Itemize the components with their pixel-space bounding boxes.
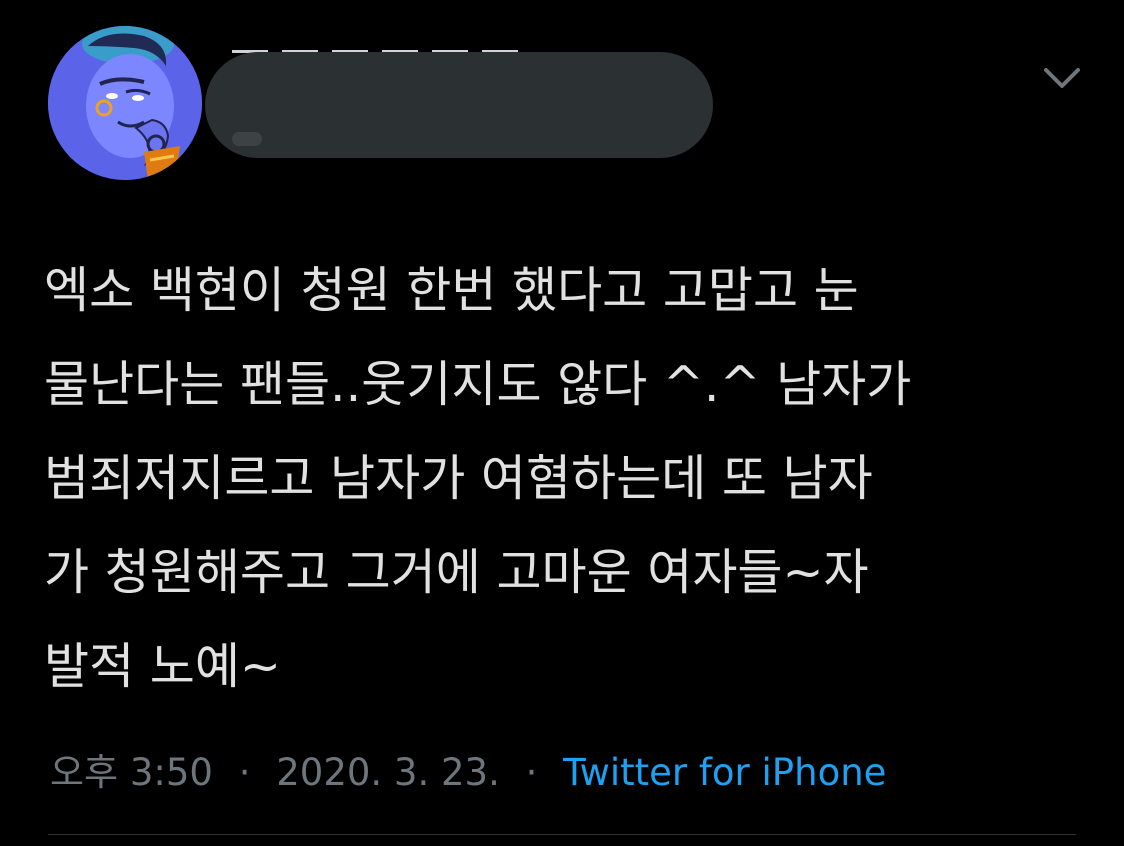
- tweet-source-link[interactable]: Twitter for iPhone: [563, 751, 886, 794]
- author-name-redaction[interactable]: [205, 52, 713, 158]
- author-handle-fragment: [232, 132, 262, 146]
- tweet-text-line: 발적 노예~: [44, 638, 281, 695]
- tweet-text-line: 엑소 백현이 청원 한번 했다고 고맙고 눈: [44, 262, 859, 319]
- tweet-text-line: 가 청원해주고 그거에 고마운 여자들~자: [44, 544, 869, 601]
- tweet-text-line: 범죄저지르고 남자가 여혐하는데 또 남자: [44, 450, 873, 507]
- avatar[interactable]: [48, 26, 202, 180]
- more-options-button[interactable]: [1040, 56, 1084, 100]
- chevron-down-icon: [1044, 68, 1080, 88]
- tweet: 엑소 백현이 청원 한번 했다고 고맙고 눈 물난다는 팬들..웃기지도 않다 …: [0, 0, 1124, 846]
- meta-separator: ·: [238, 751, 251, 794]
- tweet-time[interactable]: 오후 3:50: [50, 751, 213, 794]
- genie-avatar-icon: [48, 26, 202, 180]
- meta-separator: ·: [525, 751, 538, 794]
- tweet-meta: 오후 3:50 · 2020. 3. 23. · Twitter for iPh…: [50, 748, 886, 798]
- tweet-text: 엑소 백현이 청원 한번 했다고 고맙고 눈 물난다는 팬들..웃기지도 않다 …: [44, 244, 1064, 714]
- divider: [48, 834, 1076, 835]
- tweet-text-line: 물난다는 팬들..웃기지도 않다 ^.^ 남자가: [44, 356, 912, 413]
- tweet-date[interactable]: 2020. 3. 23.: [276, 751, 500, 794]
